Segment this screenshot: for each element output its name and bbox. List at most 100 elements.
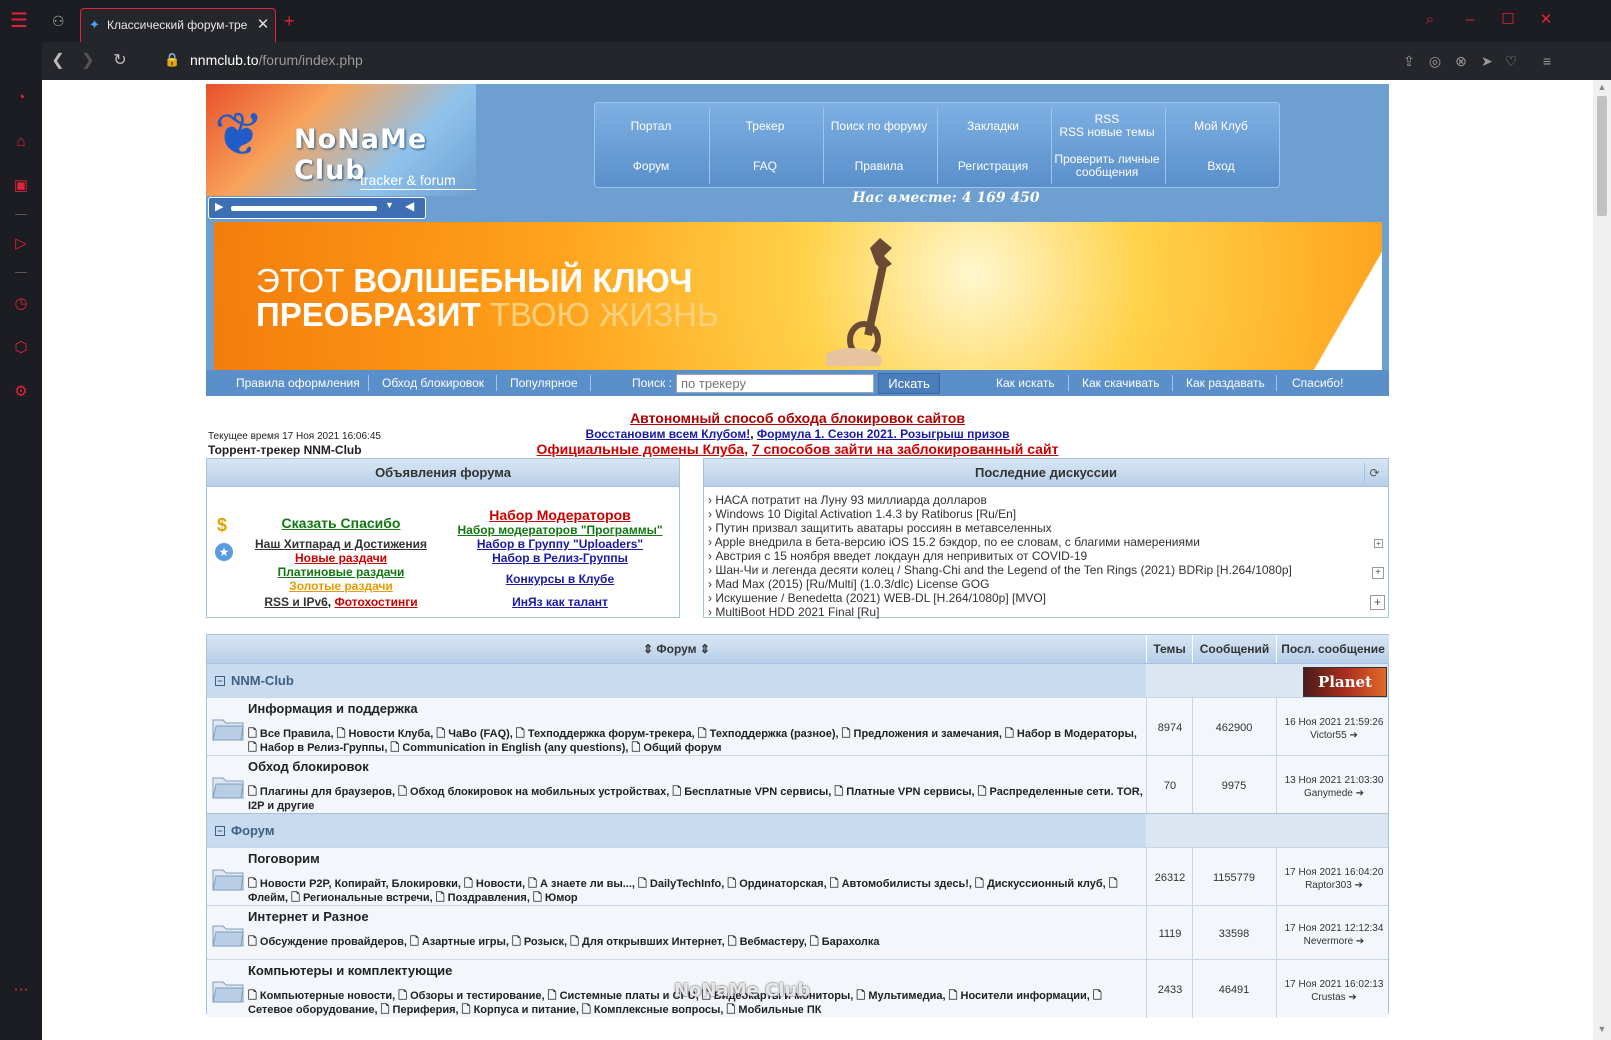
nav-rss[interactable]: RSS RSS новые темы <box>1051 107 1163 145</box>
last-post-user[interactable]: Nevermore <box>1304 936 1353 947</box>
discussion-item[interactable]: › Путин призвал защитить аватары россиян… <box>708 521 1308 535</box>
goto-post-icon[interactable]: ➔ <box>1355 880 1363 891</box>
subnav-thanks[interactable]: Спасибо! <box>1292 370 1343 396</box>
maximize-icon[interactable]: ☐ <box>1498 10 1518 30</box>
forward-icon[interactable]: ❯ <box>78 51 98 71</box>
settings-gear-icon[interactable]: ⚙ <box>11 382 31 402</box>
share-icon[interactable]: ⇪ <box>1400 52 1418 70</box>
player-icon[interactable]: ▷ <box>11 234 31 254</box>
page-scrollbar[interactable]: ▲ ▼ <box>1593 80 1611 1040</box>
nav-forum[interactable]: Форум <box>595 147 707 185</box>
category-nnm-club[interactable]: − NNM-Club <box>207 663 1146 697</box>
goto-post-icon[interactable]: ➔ <box>1356 788 1364 799</box>
camera-icon[interactable]: ◎ <box>1426 52 1444 70</box>
forum-title[interactable]: Поговорим <box>248 851 848 867</box>
extensions-cube-icon[interactable]: ⬡ <box>11 338 31 358</box>
link-autonomous-bypass[interactable]: Автономный способ обхода блокировок сайт… <box>630 410 965 426</box>
link-hitparade[interactable]: Наш Хитпарад и Достижения <box>241 537 441 551</box>
expand-small-icon[interactable]: + <box>1374 539 1383 548</box>
close-window-icon[interactable]: ✕ <box>1536 10 1556 30</box>
link-release-groups[interactable]: Набор в Релиз-Группы <box>451 551 669 565</box>
forum-title[interactable]: Интернет и Разное <box>248 909 848 925</box>
twitch-icon[interactable]: ▣ <box>11 176 31 196</box>
adblock-icon[interactable]: ⊗ <box>1452 52 1470 70</box>
subnav-how-download[interactable]: Как скачивать <box>1082 370 1160 396</box>
gamepad-icon[interactable]: ⚇ <box>52 13 68 29</box>
search-button[interactable]: Искать <box>878 373 940 394</box>
radio-player[interactable]: ▶ ▼ ◀ <box>208 197 426 219</box>
subforums[interactable]: 🗋 Новости P2P, Копирайт, Блокировки, 🗋 Н… <box>248 877 1143 905</box>
volume-icon[interactable]: ◀ <box>405 199 419 215</box>
heart-icon[interactable]: ♡ <box>1502 52 1520 70</box>
site-logo[interactable]: ❦ NoNaMe Club tracker & forum <box>206 84 476 196</box>
last-post-user[interactable]: Raptor303 <box>1305 880 1352 891</box>
speed-dial-icon[interactable]: ◔ <box>11 88 31 108</box>
discussion-item[interactable]: › Австрия с 15 ноября введет локдаун для… <box>708 549 1308 563</box>
tracker-search-input[interactable] <box>676 374 874 393</box>
play-icon[interactable]: ▶ <box>215 200 229 216</box>
tab-close-icon[interactable]: ✕ <box>255 15 271 33</box>
last-post-user[interactable]: Victor55 <box>1310 730 1347 741</box>
expand-icon[interactable]: + <box>1372 567 1384 579</box>
link-moderators-recruit[interactable]: Набор Модераторов <box>451 507 669 523</box>
nav-my-club[interactable]: Мой Клуб <box>1165 107 1277 145</box>
nav-register[interactable]: Регистрация <box>937 147 1049 185</box>
history-icon[interactable]: ◷ <box>11 294 31 314</box>
discussion-item[interactable]: › Windows 10 Digital Activation 1.4.3 by… <box>708 507 1308 521</box>
subnav-how-seed[interactable]: Как раздавать <box>1186 370 1265 396</box>
more-icon[interactable]: ⋯ <box>11 980 31 1000</box>
link-programs-moderators[interactable]: Набор модераторов "Программы" <box>451 523 669 537</box>
last-post-user[interactable]: Ganymede <box>1304 788 1353 799</box>
nav-faq[interactable]: FAQ <box>709 147 821 185</box>
link-rss-ipv6[interactable]: RSS и IPv6 <box>264 595 327 609</box>
nav-rules[interactable]: Правила <box>823 147 935 185</box>
subnav-rules[interactable]: Правила оформления <box>236 370 360 396</box>
discussion-item[interactable]: › Искушение / Benedetta (2021) WEB-DL [H… <box>708 591 1308 605</box>
link-gold-releases[interactable]: Золотые раздачи <box>241 579 441 593</box>
subforums[interactable]: 🗋 Плагины для браузеров, 🗋 Обход блокиро… <box>248 785 1143 813</box>
scroll-thumb[interactable] <box>1597 96 1607 216</box>
goto-post-icon[interactable]: ➔ <box>1349 730 1357 741</box>
easy-setup-icon[interactable]: ≡ <box>1538 52 1556 70</box>
player-track[interactable] <box>231 206 377 211</box>
last-post-user[interactable]: Crustas <box>1311 992 1345 1003</box>
subforums[interactable]: 🗋 Обсуждение провайдеров, 🗋 Азартные игр… <box>248 935 1143 949</box>
link-say-thanks[interactable]: Сказать Спасибо <box>241 515 441 531</box>
goto-post-icon[interactable]: ➔ <box>1348 992 1356 1003</box>
ad-banner[interactable]: ЭТОТ ВОЛШЕБНЫЙ КЛЮЧ ПРЕОБРАЗИТ ТВОЮ ЖИЗН… <box>214 222 1382 370</box>
scroll-down-icon[interactable]: ▼ <box>1593 1024 1611 1038</box>
link-official-domains[interactable]: Официальные домены Клуба <box>537 441 745 457</box>
planet-logo[interactable]: Planet <box>1303 667 1387 697</box>
browser-tab[interactable]: ✦ Классический форум-тре ✕ <box>80 8 276 42</box>
url-field[interactable]: nnmclub.to/forum/index.php <box>190 52 590 70</box>
header-forum[interactable]: ⇕ Форум ⇕ <box>207 635 1147 663</box>
nav-forum-search[interactable]: Поиск по форуму <box>823 107 935 145</box>
refresh-icon[interactable]: ⟳ <box>1364 463 1384 483</box>
collapse-icon[interactable]: − <box>215 826 225 836</box>
discussion-item[interactable]: › Шан-Чи и легенда десяти колец / Shang-… <box>708 563 1308 577</box>
nav-messages[interactable]: Проверить личные сообщения <box>1051 147 1163 185</box>
link-formula1[interactable]: Формула 1. Сезон 2021. Розыгрыш призов <box>757 427 1010 441</box>
minimize-icon[interactable]: – <box>1460 10 1480 30</box>
category-forum[interactable]: − Форум <box>207 813 1146 847</box>
link-contests[interactable]: Конкурсы в Клубе <box>451 572 669 586</box>
new-tab-icon[interactable]: + <box>284 12 302 30</box>
opera-menu-icon[interactable]: ☰ <box>10 11 32 31</box>
discussion-item[interactable]: › MultiBoot HDD 2021 Final [Ru] <box>708 605 1308 619</box>
discussion-item[interactable]: › Mad Max (2015) [Ru/Multi] (1.0.3/dlc) … <box>708 577 1308 591</box>
link-restore-club[interactable]: Восстановим всем Клубом! <box>586 427 751 441</box>
forum-title[interactable]: Компьютеры и комплектующие <box>248 963 848 979</box>
collapse-icon[interactable]: − <box>215 676 225 686</box>
discussion-item[interactable]: › Apple внедрила в бета-версию iOS 15.2 … <box>708 535 1308 549</box>
nav-login[interactable]: Вход <box>1165 147 1277 185</box>
link-7-ways[interactable]: 7 способов зайти на заблокированный сайт <box>752 441 1059 457</box>
subnav-how-search[interactable]: Как искать <box>996 370 1055 396</box>
subnav-bypass[interactable]: Обход блокировок <box>382 370 484 396</box>
goto-post-icon[interactable]: ➔ <box>1356 936 1364 947</box>
expand-large-icon[interactable]: + <box>1370 595 1385 610</box>
back-icon[interactable]: ❮ <box>48 51 68 71</box>
forum-title[interactable]: Информация и поддержка <box>248 701 848 717</box>
link-platinum-releases[interactable]: Платиновые раздачи <box>241 565 441 579</box>
link-photohosting[interactable]: Фотохостинги <box>334 595 417 609</box>
nav-bookmarks[interactable]: Закладки <box>937 107 1049 145</box>
